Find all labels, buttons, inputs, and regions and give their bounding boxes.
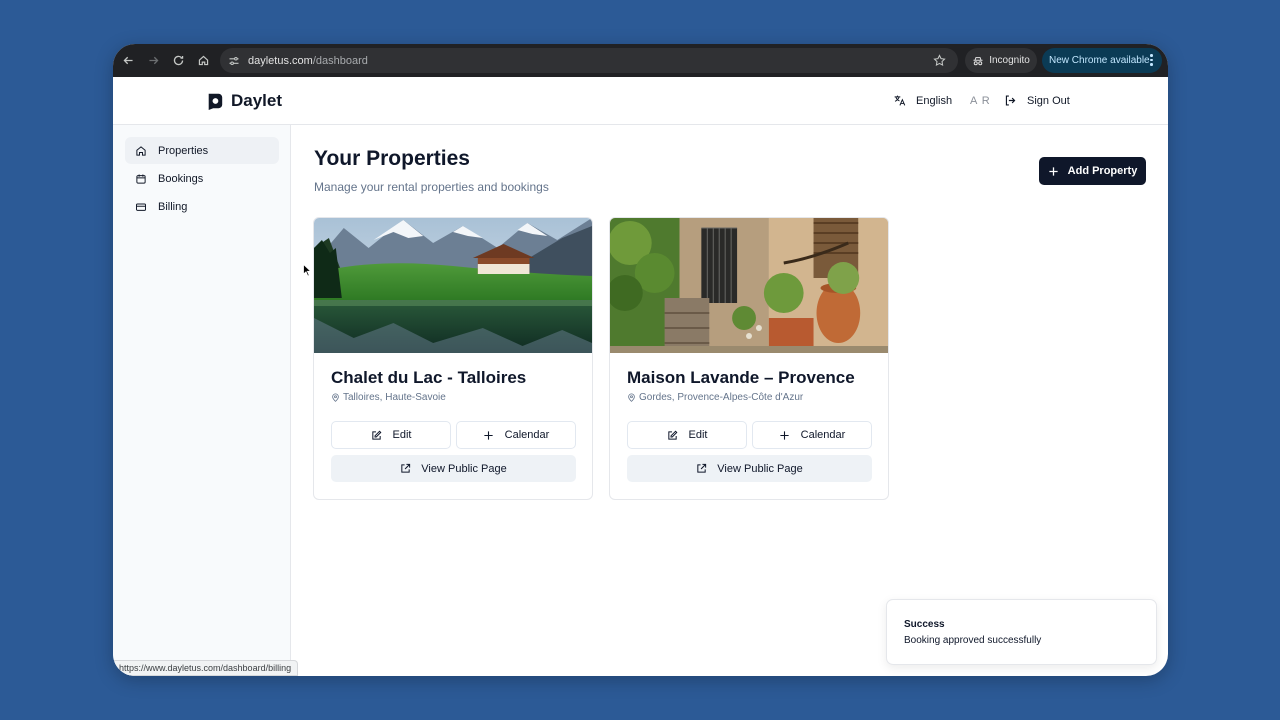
language-label: English: [916, 94, 953, 107]
calendar-button[interactable]: Calendar: [752, 421, 872, 449]
sidebar-item-properties[interactable]: Properties: [125, 137, 279, 164]
sidebar-item-billing[interactable]: Billing: [125, 193, 279, 220]
property-image-chalet[interactable]: [314, 218, 592, 353]
page-title: Your Properties: [314, 147, 470, 170]
incognito-badge[interactable]: Incognito: [965, 48, 1037, 73]
brand-name: Daylet: [231, 91, 283, 110]
app-header: Daylet English A R Sign Out: [113, 77, 1168, 125]
add-property-button[interactable]: Add Property: [1039, 157, 1146, 185]
home-icon: [136, 145, 146, 156]
mouse-cursor-icon: [303, 264, 312, 277]
incognito-icon: [973, 56, 983, 65]
location-text: Talloires, Haute-Savoie: [343, 392, 446, 403]
language-switcher[interactable]: English: [893, 94, 952, 107]
success-toast[interactable]: Success Booking approved successfully: [886, 599, 1157, 665]
calendar-label: Calendar: [800, 429, 846, 441]
property-name: Maison Lavande – Provence: [627, 368, 855, 387]
sidebar-item-bookings[interactable]: Bookings: [125, 165, 279, 192]
forward-icon[interactable]: [141, 48, 166, 73]
view-public-label: View Public Page: [421, 462, 507, 475]
status-bar-url: https://www.dayletus.com/dashboard/billi…: [113, 660, 299, 676]
plus-icon: [484, 430, 493, 440]
address-bar[interactable]: dayletus.com/dashboard: [220, 48, 958, 73]
sidebar: Properties Bookings Billing: [113, 125, 291, 676]
calendar-button[interactable]: Calendar: [456, 421, 576, 449]
edit-label: Edit: [392, 429, 412, 441]
update-label: New Chrome available: [1049, 55, 1150, 66]
toast-title: Success: [904, 619, 945, 630]
edit-button[interactable]: Edit: [331, 421, 451, 449]
browser-toolbar: dayletus.com/dashboard Incognito New Chr…: [113, 44, 1168, 77]
external-link-icon: [401, 463, 411, 473]
sidebar-item-label: Bookings: [158, 172, 204, 185]
sidebar-item-label: Properties: [158, 144, 209, 157]
brand-logo[interactable]: Daylet: [206, 91, 282, 111]
view-public-label: View Public Page: [717, 462, 803, 475]
map-pin-icon: [628, 393, 635, 402]
view-public-page-button[interactable]: View Public Page: [331, 455, 576, 482]
url-text: dayletus.com/dashboard: [248, 54, 368, 67]
credit-card-icon: [136, 203, 146, 211]
edit-button[interactable]: Edit: [627, 421, 747, 449]
view-public-page-button[interactable]: View Public Page: [627, 455, 872, 482]
property-name: Chalet du Lac - Talloires: [331, 368, 527, 387]
plus-icon: [1049, 166, 1058, 176]
edit-icon: [371, 430, 381, 440]
add-property-label: Add Property: [1067, 165, 1138, 177]
arabic-language-toggle[interactable]: A R: [970, 95, 991, 107]
page-subtitle: Manage your rental properties and bookin…: [314, 180, 549, 194]
edit-label: Edit: [688, 429, 708, 441]
translate-icon: [894, 95, 906, 106]
daylet-logo-icon: [208, 93, 223, 110]
chrome-update-button[interactable]: New Chrome available: [1042, 48, 1162, 73]
sign-out-label: Sign Out: [1027, 94, 1070, 107]
bookmark-star-icon[interactable]: [933, 54, 946, 72]
edit-icon: [667, 430, 677, 440]
kebab-menu-icon[interactable]: [1150, 54, 1153, 68]
location-text: Gordes, Provence-Alpes-Côte d'Azur: [639, 392, 804, 403]
back-icon[interactable]: [116, 48, 141, 73]
site-settings-icon[interactable]: [220, 55, 248, 67]
browser-window: dayletus.com/dashboard Incognito New Chr…: [113, 44, 1168, 676]
home-browser-icon[interactable]: [191, 48, 216, 73]
sidebar-item-label: Billing: [158, 200, 188, 213]
property-card: Maison Lavande – Provence Gordes, Proven…: [609, 217, 889, 500]
property-location: Gordes, Provence-Alpes-Côte d'Azur: [627, 392, 803, 403]
map-pin-icon: [332, 393, 339, 402]
toast-message: Booking approved successfully: [904, 635, 1042, 646]
property-image-maison[interactable]: [610, 218, 888, 353]
calendar-label: Calendar: [504, 429, 550, 441]
external-link-icon: [697, 463, 707, 473]
property-card: Chalet du Lac - Talloires Talloires, Hau…: [313, 217, 593, 500]
logout-icon: [1005, 95, 1016, 106]
incognito-label: Incognito: [989, 55, 1030, 66]
plus-icon: [780, 430, 789, 440]
sign-out-button[interactable]: Sign Out: [1004, 94, 1070, 107]
calendar-icon: [136, 174, 146, 184]
reload-icon[interactable]: [166, 48, 191, 73]
property-location: Talloires, Haute-Savoie: [331, 392, 446, 403]
